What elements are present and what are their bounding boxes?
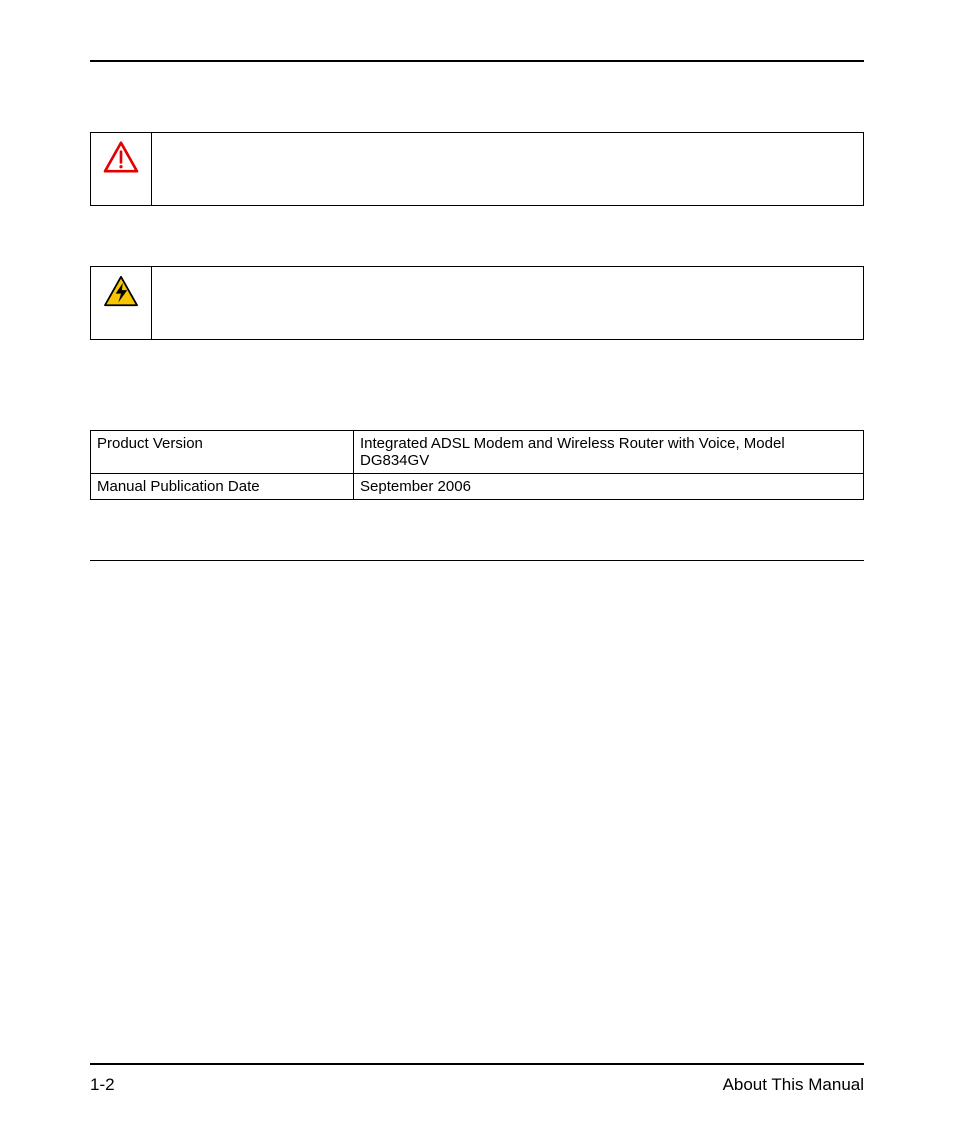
danger-callout-body: [152, 267, 863, 339]
product-version-label: Product Version: [91, 431, 354, 474]
publication-date-value: September 2006: [354, 474, 864, 500]
table-row: Manual Publication Date September 2006: [91, 474, 864, 500]
page-footer: 1-2 About This Manual: [90, 1063, 864, 1095]
mid-horizontal-rule: [90, 560, 864, 561]
top-horizontal-rule: [90, 60, 864, 62]
danger-callout: [90, 266, 864, 340]
warning-callout-body: [152, 133, 863, 205]
info-table: Product Version Integrated ADSL Modem an…: [90, 430, 864, 500]
section-title: About This Manual: [723, 1075, 864, 1095]
footer-horizontal-rule: [90, 1063, 864, 1065]
warning-callout: [90, 132, 864, 206]
publication-date-label: Manual Publication Date: [91, 474, 354, 500]
danger-icon-cell: [91, 267, 152, 339]
warning-icon-cell: [91, 133, 152, 205]
page: Product Version Integrated ADSL Modem an…: [0, 0, 954, 1145]
footer-row: 1-2 About This Manual: [90, 1075, 864, 1095]
product-version-value: Integrated ADSL Modem and Wireless Route…: [354, 431, 864, 474]
page-number: 1-2: [90, 1075, 115, 1095]
electric-triangle-icon: [103, 275, 139, 307]
table-row: Product Version Integrated ADSL Modem an…: [91, 431, 864, 474]
warning-triangle-icon: [103, 141, 139, 173]
